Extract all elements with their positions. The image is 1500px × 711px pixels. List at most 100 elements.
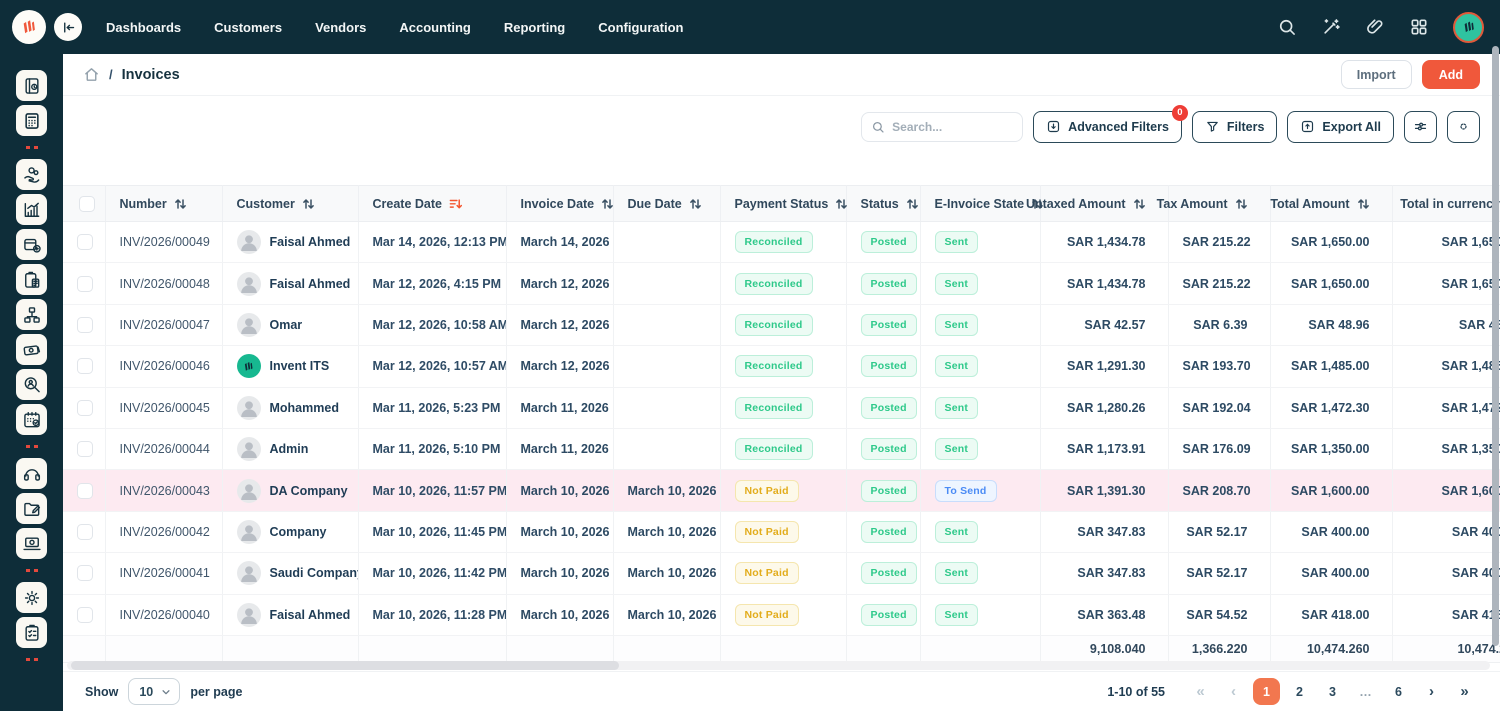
table-row[interactable]: INV/2026/00046Invent ITSMar 12, 2026, 10…: [63, 346, 1500, 387]
sidebar-item-support[interactable]: [16, 458, 47, 489]
column-settings-button[interactable]: [1404, 111, 1437, 143]
table-row[interactable]: INV/2026/00047OmarMar 12, 2026, 10:58 AM…: [63, 304, 1500, 345]
last-page-button[interactable]: »: [1451, 678, 1478, 705]
page-button-2[interactable]: 2: [1286, 678, 1313, 705]
status-badge: Posted: [861, 231, 917, 253]
customer-name: Invent ITS: [270, 359, 330, 373]
table-row[interactable]: INV/2026/00042CompanyMar 10, 2026, 11:45…: [63, 511, 1500, 552]
table-row[interactable]: INV/2026/00040Faisal AhmedMar 10, 2026, …: [63, 594, 1500, 635]
column-header-customer[interactable]: Customer: [222, 186, 358, 222]
table-row[interactable]: INV/2026/00044AdminMar 11, 2026, 5:10 PM…: [63, 428, 1500, 469]
sidebar-item-workstation[interactable]: [16, 528, 47, 559]
sidebar-item-journal-book[interactable]: [16, 70, 47, 101]
row-checkbox[interactable]: [77, 565, 93, 581]
brand-logo-icon: [18, 16, 40, 38]
table-row[interactable]: INV/2026/00045MohammedMar 11, 2026, 5:23…: [63, 387, 1500, 428]
sidebar-item-receivables[interactable]: [16, 159, 47, 190]
sort-icon-status[interactable]: [906, 198, 919, 210]
select-all-checkbox[interactable]: [79, 196, 95, 212]
sidebar-item-calendar-check[interactable]: [16, 404, 47, 435]
row-checkbox[interactable]: [77, 234, 93, 250]
table-row[interactable]: INV/2026/00041Saudi CompanyMar 10, 2026,…: [63, 553, 1500, 594]
first-page-button[interactable]: «: [1187, 678, 1214, 705]
attachment-icon[interactable]: [1365, 17, 1385, 37]
page-size-select[interactable]: 10: [128, 678, 180, 705]
column-label: E-Invoice State: [935, 197, 1025, 211]
import-button[interactable]: Import: [1341, 60, 1412, 89]
column-header-tax[interactable]: Tax Amount: [1168, 186, 1270, 222]
nav-item-vendors[interactable]: Vendors: [315, 20, 366, 35]
advanced-filters-button[interactable]: Advanced Filters 0: [1033, 111, 1182, 143]
sidebar-item-tax-report[interactable]: [16, 264, 47, 295]
add-button[interactable]: Add: [1422, 60, 1480, 89]
search-input[interactable]: [892, 120, 1013, 134]
sort-icon-create_date[interactable]: [449, 198, 462, 210]
cell-payment-status: Reconciled: [720, 387, 846, 428]
sort-icon-tax[interactable]: [1235, 198, 1248, 210]
row-checkbox[interactable]: [77, 400, 93, 416]
user-avatar[interactable]: [1453, 12, 1484, 43]
column-header-total_currency[interactable]: Total in currency: [1392, 186, 1500, 222]
column-header-einvoice_state[interactable]: E-Invoice State: [920, 186, 1040, 222]
export-all-button[interactable]: Export All: [1287, 111, 1394, 143]
filters-button[interactable]: Filters: [1192, 111, 1278, 143]
row-checkbox[interactable]: [77, 317, 93, 333]
row-checkbox[interactable]: [77, 524, 93, 540]
apps-grid-icon[interactable]: [1409, 17, 1429, 37]
sidebar-item-customer-audit[interactable]: [16, 369, 47, 400]
table-row[interactable]: INV/2026/00049Faisal AhmedMar 14, 2026, …: [63, 222, 1500, 263]
sidebar-item-sales-analytics[interactable]: [16, 194, 47, 225]
column-header-total[interactable]: Total Amount: [1270, 186, 1392, 222]
row-checkbox[interactable]: [77, 483, 93, 499]
column-header-status[interactable]: Status: [846, 186, 920, 222]
sidebar-item-checklist[interactable]: [16, 617, 47, 648]
page-button-3[interactable]: 3: [1319, 678, 1346, 705]
status-badge: Reconciled: [735, 355, 813, 377]
column-header-create_date[interactable]: Create Date: [358, 186, 506, 222]
row-checkbox[interactable]: [77, 358, 93, 374]
sidebar-item-settings[interactable]: [16, 582, 47, 613]
sidebar-item-calculator[interactable]: [16, 105, 47, 136]
sort-icon-payment_status[interactable]: [835, 198, 848, 210]
cell-number: INV/2026/00046: [105, 346, 222, 387]
sidebar-item-documents[interactable]: [16, 493, 47, 524]
sort-icon-number[interactable]: [174, 198, 187, 210]
sidebar-item-add-package[interactable]: [16, 229, 47, 260]
page-button-6[interactable]: 6: [1385, 678, 1412, 705]
sort-icon-total[interactable]: [1357, 198, 1370, 210]
column-header-payment_status[interactable]: Payment Status: [720, 186, 846, 222]
nav-item-configuration[interactable]: Configuration: [598, 20, 683, 35]
sidebar-item-wallet[interactable]: [16, 334, 47, 365]
magic-wand-icon[interactable]: [1321, 17, 1341, 37]
row-checkbox[interactable]: [77, 276, 93, 292]
sort-icon-due_date[interactable]: [689, 198, 702, 210]
nav-item-reporting[interactable]: Reporting: [504, 20, 565, 35]
column-header-invoice_date[interactable]: Invoice Date: [506, 186, 613, 222]
column-header-number[interactable]: Number: [105, 186, 222, 222]
totals-tax: 1,366.220: [1168, 635, 1270, 662]
vertical-scrollbar-thumb[interactable]: [1492, 46, 1499, 646]
page-button-1[interactable]: 1: [1253, 678, 1280, 705]
search-icon[interactable]: [1277, 17, 1297, 37]
sort-icon-customer[interactable]: [302, 198, 315, 210]
sidebar-item-asset-structure[interactable]: [16, 299, 47, 330]
previous-page-button[interactable]: ‹: [1220, 678, 1247, 705]
horizontal-scrollbar-thumb[interactable]: [71, 661, 619, 670]
row-checkbox[interactable]: [77, 441, 93, 457]
fullscreen-button[interactable]: [1447, 111, 1480, 143]
nav-item-accounting[interactable]: Accounting: [399, 20, 471, 35]
cell-customer: Mohammed: [222, 387, 358, 428]
sort-icon-invoice_date[interactable]: [601, 198, 614, 210]
table-row[interactable]: INV/2026/00043DA CompanyMar 10, 2026, 11…: [63, 470, 1500, 511]
row-checkbox[interactable]: [77, 607, 93, 623]
sort-icon-untaxed[interactable]: [1133, 198, 1146, 210]
app-logo[interactable]: [12, 10, 46, 44]
next-page-button[interactable]: ›: [1418, 678, 1445, 705]
table-row[interactable]: INV/2026/00048Faisal AhmedMar 12, 2026, …: [63, 263, 1500, 304]
column-header-due_date[interactable]: Due Date: [613, 186, 720, 222]
column-header-untaxed[interactable]: Untaxed Amount: [1040, 186, 1168, 222]
nav-item-dashboards[interactable]: Dashboards: [106, 20, 181, 35]
nav-item-customers[interactable]: Customers: [214, 20, 282, 35]
sidebar-collapse-button[interactable]: [54, 13, 82, 41]
home-icon[interactable]: [83, 66, 100, 83]
